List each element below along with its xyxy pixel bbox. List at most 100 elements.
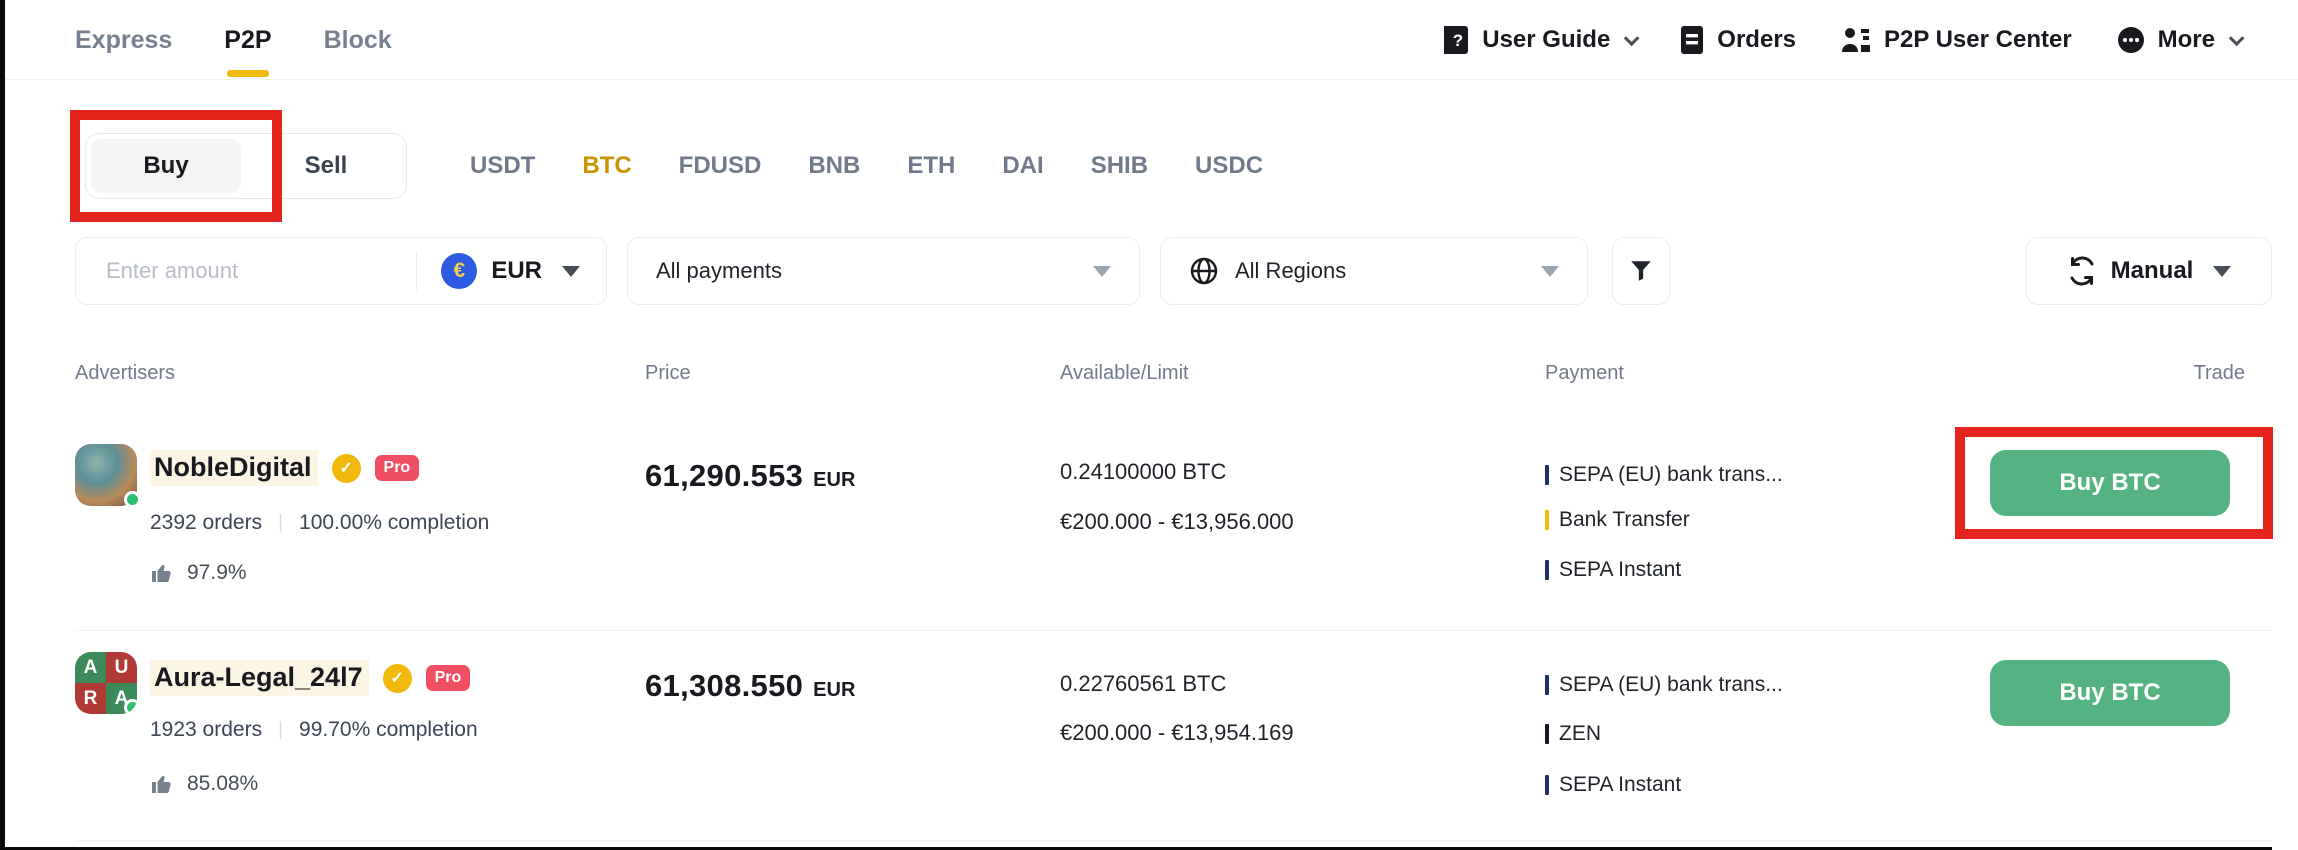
payment-method-label: Bank Transfer [1559, 508, 1690, 532]
dropdown-caret-icon [2213, 266, 2231, 277]
payment-method: SEPA (EU) bank trans... [1545, 673, 1783, 697]
more-link[interactable]: More [2116, 25, 2240, 55]
payment-method-label: SEPA Instant [1559, 558, 1681, 582]
advertiser-name-link[interactable]: Aura-Legal_24l7 [150, 660, 369, 696]
buy-btc-button[interactable]: Buy BTC [1990, 660, 2230, 726]
tab-fdusd[interactable]: FDUSD [679, 152, 762, 180]
buy-toggle-button[interactable]: Buy [91, 139, 241, 193]
verified-badge-icon: ✓ [332, 454, 361, 483]
column-header-available-limit: Available/Limit [1060, 362, 1189, 385]
buy-btc-button[interactable]: Buy BTC [1990, 450, 2230, 516]
advertiser-avatar[interactable]: A U R A [75, 652, 137, 714]
payment-color-bar [1545, 510, 1549, 530]
advertiser-name-line: NobleDigital ✓ Pro [150, 450, 419, 486]
user-guide-label: User Guide [1482, 26, 1610, 54]
payment-method: ZEN [1545, 722, 1601, 746]
advertiser-name-link[interactable]: NobleDigital [150, 450, 318, 486]
dropdown-caret-icon [562, 266, 580, 277]
dropdown-caret-icon [1093, 266, 1111, 277]
payment-color-bar [1545, 675, 1549, 695]
euro-icon: € [441, 253, 477, 289]
tab-eth[interactable]: ETH [907, 152, 955, 180]
tab-usdt[interactable]: USDT [470, 152, 535, 180]
svg-text:?: ? [1453, 31, 1463, 50]
online-status-dot [124, 491, 141, 508]
p2p-user-center-link[interactable]: P2P User Center [1840, 25, 2072, 55]
payments-filter-label: All payments [656, 258, 782, 284]
price: 61,290.553 EUR [645, 458, 855, 494]
available-amount: 0.22760561 BTC [1060, 671, 1226, 697]
tab-bnb[interactable]: BNB [808, 152, 860, 180]
market-type-tabs: Express P2P Block [75, 0, 392, 80]
payment-method-label: ZEN [1559, 722, 1601, 746]
price-currency: EUR [813, 679, 855, 702]
sell-toggle-button[interactable]: Sell [251, 139, 401, 193]
tab-block[interactable]: Block [324, 0, 392, 80]
avatar-letter: R [75, 683, 106, 714]
orders-link[interactable]: Orders [1679, 25, 1796, 55]
payment-method: SEPA (EU) bank trans... [1545, 463, 1783, 487]
advertiser-stats: 2392 orders | 100.00% completion [150, 511, 489, 535]
p2p-user-center-label: P2P User Center [1884, 26, 2072, 54]
orders-label: Orders [1717, 26, 1796, 54]
tab-usdc[interactable]: USDC [1195, 152, 1263, 180]
dropdown-caret-icon [1541, 266, 1559, 277]
chevron-down-icon [2229, 30, 2245, 46]
thumbs-up-icon [150, 772, 174, 796]
verified-badge-icon: ✓ [383, 664, 412, 693]
more-circle-icon [2116, 25, 2146, 55]
payment-method-label: SEPA (EU) bank trans... [1559, 673, 1783, 697]
funnel-filter-icon [1628, 258, 1654, 284]
orders-count: 2392 orders [150, 511, 262, 535]
payment-color-bar [1545, 724, 1549, 744]
amount-input[interactable] [76, 238, 416, 304]
p2p-trading-page: Express P2P Block ? User Guide Orders P2… [0, 0, 2298, 850]
crypto-asset-tabs: USDT BTC FDUSD BNB ETH DAI SHIB USDC [470, 133, 1263, 199]
stats-divider: | [278, 719, 283, 741]
payment-color-bar [1545, 465, 1549, 485]
payment-method-label: SEPA (EU) bank trans... [1559, 463, 1783, 487]
buy-sell-toggle: Buy Sell [85, 133, 407, 199]
positive-rate-value: 85.08% [187, 772, 258, 796]
user-center-people-icon [1840, 25, 1872, 55]
order-limit: €200.000 - €13,954.169 [1060, 720, 1294, 746]
tab-shib[interactable]: SHIB [1091, 152, 1148, 180]
advertiser-stats: 1923 orders | 99.70% completion [150, 718, 478, 742]
tab-btc[interactable]: BTC [582, 152, 631, 180]
amount-filter: € EUR [75, 237, 607, 305]
top-navigation: Express P2P Block ? User Guide Orders P2… [0, 0, 2298, 80]
payment-method: SEPA Instant [1545, 558, 1681, 582]
payment-method: Bank Transfer [1545, 508, 1690, 532]
screenshot-left-edge [0, 0, 5, 850]
chevron-down-icon [1624, 30, 1640, 46]
price-currency: EUR [813, 469, 855, 492]
tab-express[interactable]: Express [75, 0, 172, 80]
fiat-currency-selector[interactable]: € EUR [417, 253, 606, 289]
regions-filter-dropdown[interactable]: All Regions [1160, 237, 1588, 305]
positive-feedback: 85.08% [150, 772, 258, 796]
online-status-dot [124, 699, 137, 714]
payments-filter-dropdown[interactable]: All payments [627, 237, 1140, 305]
refresh-icon [2067, 256, 2097, 286]
nav-links: ? User Guide Orders P2P User Center More [1442, 0, 2240, 80]
refresh-mode-dropdown[interactable]: Manual [2026, 237, 2272, 305]
user-guide-link[interactable]: ? User Guide [1442, 25, 1635, 55]
user-guide-book-icon: ? [1442, 25, 1470, 55]
completion-rate: 100.00% completion [299, 511, 489, 535]
avatar-letter: U [106, 652, 137, 683]
column-header-trade: Trade [2193, 362, 2245, 385]
payment-color-bar [1545, 560, 1549, 580]
pro-badge: Pro [426, 665, 471, 691]
advanced-filter-button[interactable] [1612, 237, 1670, 305]
tab-dai[interactable]: DAI [1002, 152, 1043, 180]
positive-rate-value: 97.9% [187, 561, 247, 585]
stats-divider: | [278, 512, 283, 534]
payment-method: SEPA Instant [1545, 773, 1681, 797]
regions-filter-label: All Regions [1235, 258, 1346, 284]
thumbs-up-icon [150, 561, 174, 585]
tab-p2p[interactable]: P2P [224, 0, 271, 80]
price: 61,308.550 EUR [645, 668, 855, 704]
avatar-letter: A [75, 652, 106, 683]
column-header-advertisers: Advertisers [75, 362, 175, 385]
advertiser-avatar[interactable] [75, 444, 137, 506]
